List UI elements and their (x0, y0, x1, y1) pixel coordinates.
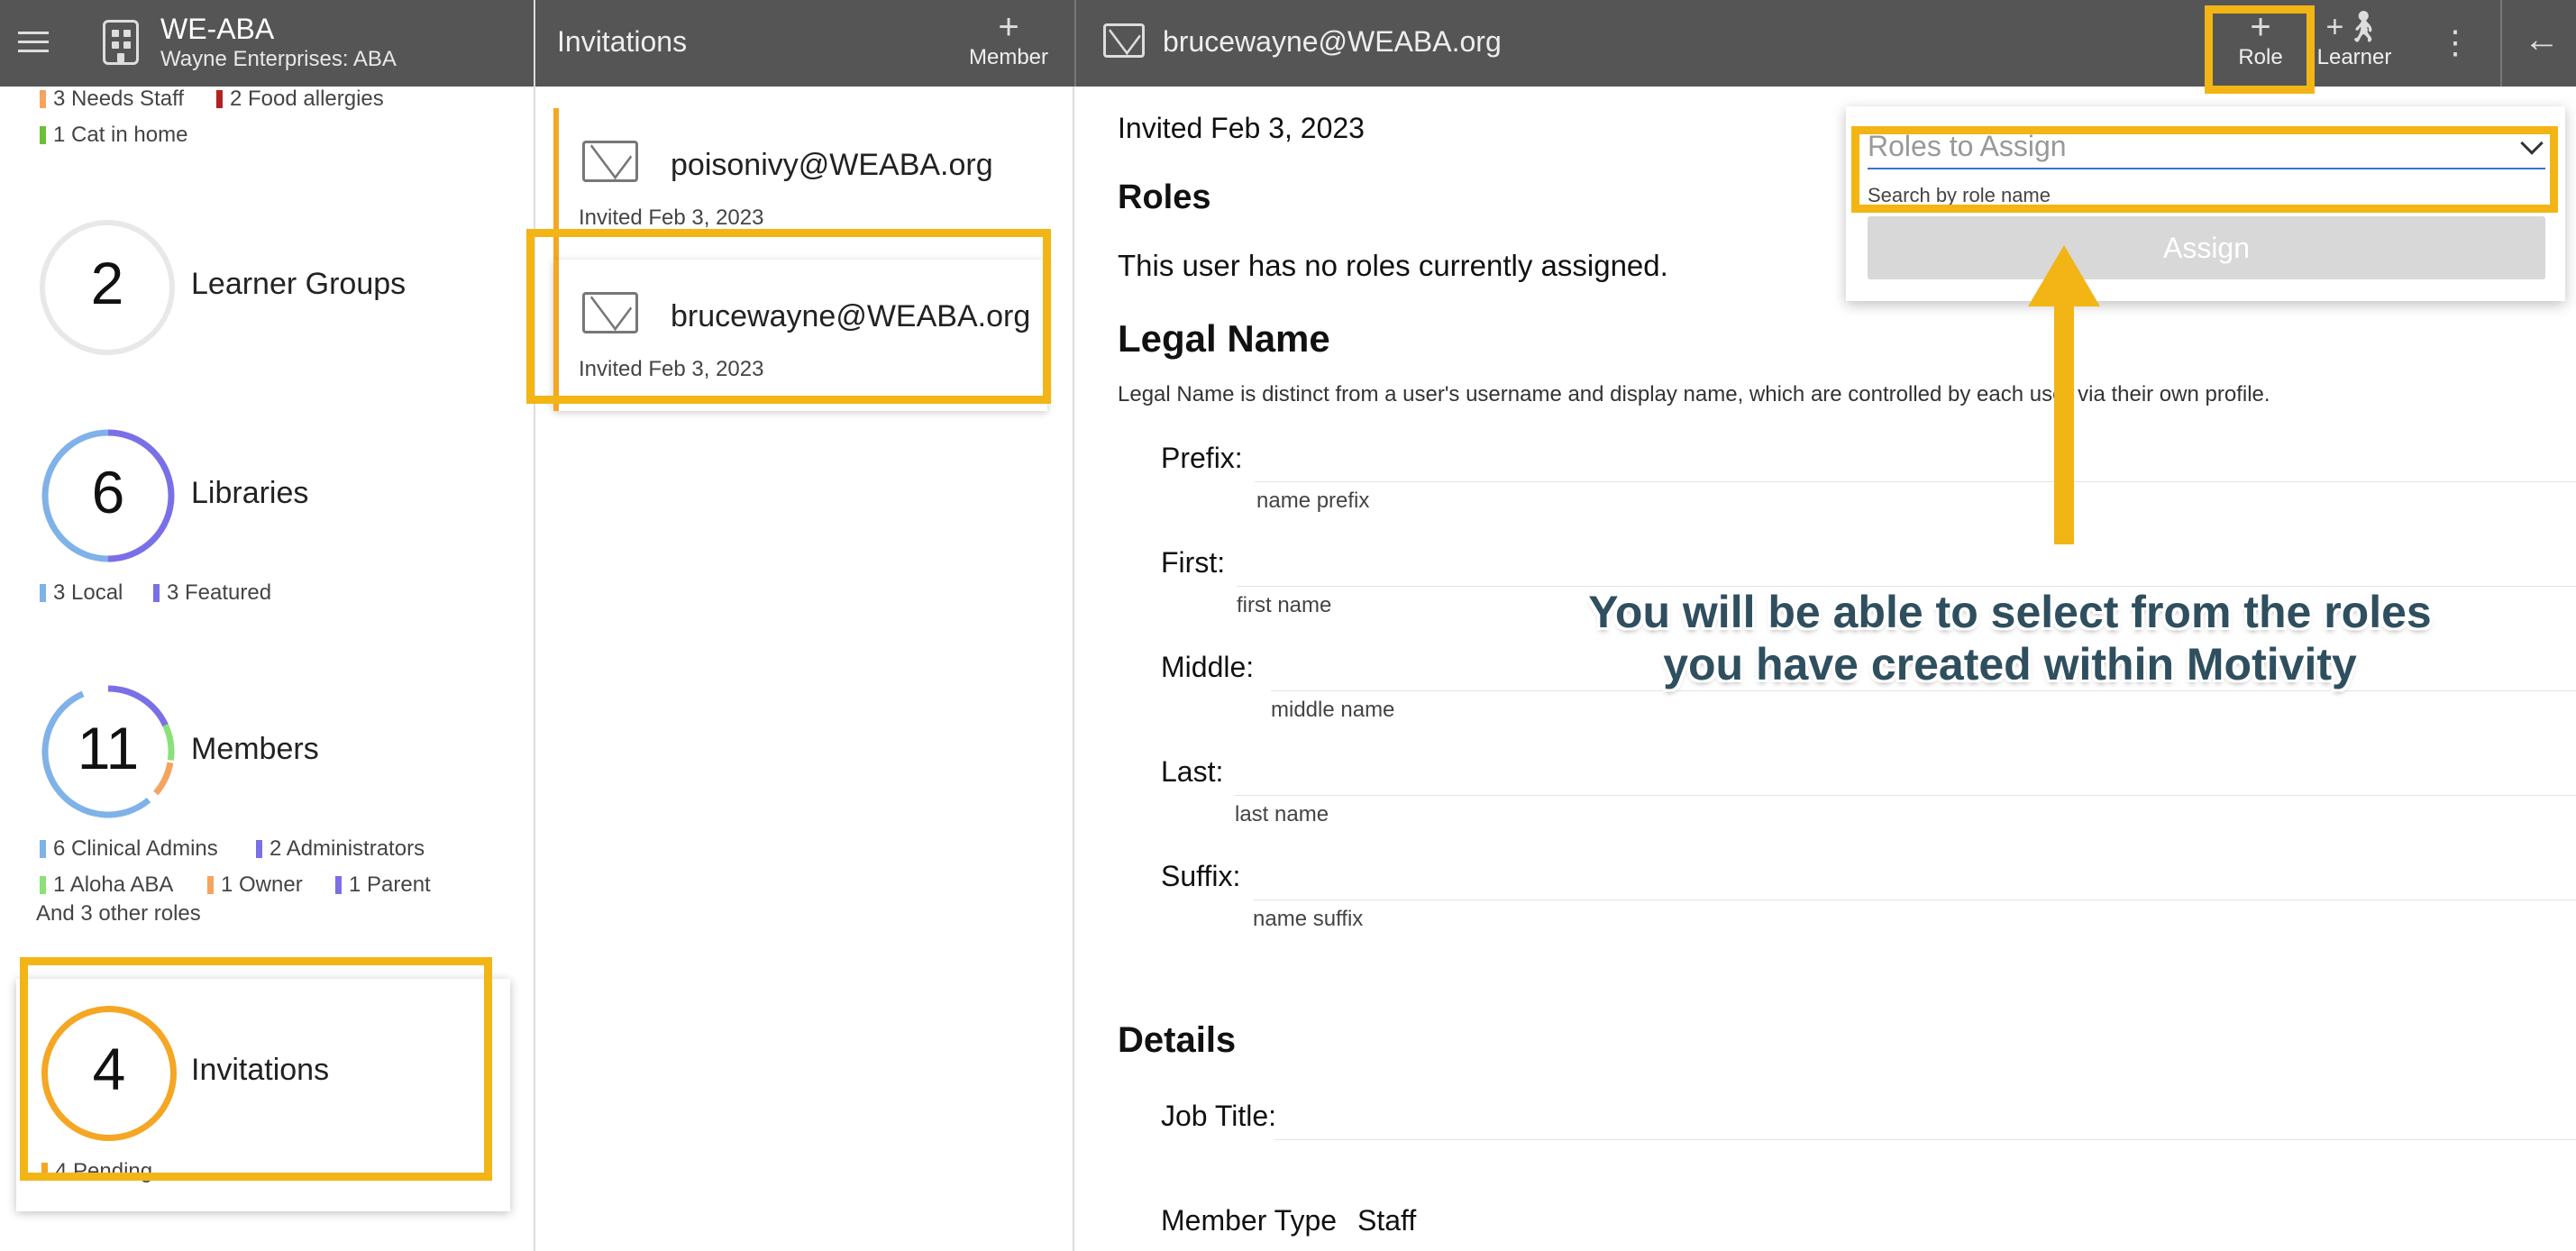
add-member-label: Member (968, 45, 1049, 69)
invitation-email: poisonivy@WEABA.org (671, 148, 993, 182)
roles-search-hint: Search by role name (1868, 184, 2051, 206)
add-role-label: Role (2238, 45, 2283, 69)
middle-name-input[interactable]: middle name (1271, 698, 1394, 723)
learner-groups-count: 2 (90, 250, 124, 316)
top-bar: WE-ABA Wayne Enterprises: ABA Invitation… (0, 0, 2576, 87)
invitations-list: poisonivy@WEABA.org Invited Feb 3, 2023 … (535, 87, 1074, 1251)
roles-select-placeholder: Roles to Assign (1868, 130, 2067, 162)
libraries-tag: 3 Featured (153, 580, 271, 606)
suffix-input[interactable]: name suffix (1253, 907, 1363, 932)
building-icon (103, 20, 139, 65)
first-name-input[interactable]: first name (1237, 593, 1331, 618)
invitation-date: Invited Feb 3, 2023 (579, 357, 764, 381)
add-learner-button[interactable]: +🚶︎ Learner (2304, 9, 2405, 78)
annotation-text: You will be able to select from the role… (1588, 587, 2432, 689)
middle-label: Middle: (1161, 651, 1255, 683)
roles-select[interactable]: Roles to Assign (1868, 124, 2545, 169)
plus-icon: + (2250, 7, 2271, 47)
members-tag: 1 Parent (335, 872, 431, 898)
sidebar-tag: 3 Needs Staff (40, 87, 184, 112)
org-name[interactable]: WE-ABA (160, 13, 274, 46)
org-subtitle: Wayne Enterprises: ABA (160, 47, 397, 71)
learner-groups-label: Learner Groups (191, 267, 406, 301)
members-count: 11 (77, 715, 140, 781)
invitations-label: Invitations (191, 1053, 330, 1087)
menu-icon[interactable] (18, 25, 49, 61)
plus-icon: + (998, 7, 1019, 47)
members-more: And 3 other roles (36, 901, 201, 926)
chevron-down-icon[interactable] (2520, 132, 2544, 155)
job-title-label: Job Title: (1161, 1100, 1277, 1132)
list-item-selected[interactable]: brucewayne@WEABA.org Invited Feb 3, 2023 (553, 260, 1047, 411)
assign-button[interactable]: Assign (1868, 216, 2545, 279)
sidebar-tag: 1 Cat in home (40, 123, 187, 148)
libraries-count: 6 (91, 459, 125, 525)
envelope-icon (582, 292, 638, 333)
member-type-label: Member Type (1161, 1204, 1338, 1237)
sidebar-tag: 2 Food allergies (216, 87, 384, 112)
suffix-label: Suffix: (1161, 860, 1241, 892)
members-tag: 2 Administrators (256, 836, 425, 862)
plus-person-icon: +🚶︎ (2325, 10, 2383, 44)
invited-date: Invited Feb 3, 2023 (1118, 112, 1365, 144)
members-tag: 1 Aloha ABA (40, 872, 173, 898)
first-label: First: (1161, 546, 1226, 579)
detail-email-title: brucewayne@WEABA.org (1163, 25, 1502, 58)
back-arrow-icon[interactable]: ← (2524, 20, 2560, 60)
more-options-icon[interactable]: ⋮ (2439, 23, 2471, 61)
members-label: Members (191, 732, 319, 766)
add-role-button[interactable]: + Role (2210, 9, 2311, 78)
members-tag: 1 Owner (207, 872, 303, 898)
prefix-label: Prefix: (1161, 442, 1243, 474)
details-heading: Details (1118, 1020, 1237, 1060)
invitation-date: Invited Feb 3, 2023 (579, 205, 764, 230)
libraries-tag: 3 Local (40, 580, 123, 606)
legal-name-heading: Legal Name (1118, 317, 1330, 360)
annotation-arrow (2028, 245, 2100, 544)
last-name-input[interactable]: last name (1235, 802, 1329, 827)
envelope-icon (582, 141, 638, 182)
invitations-summary-card[interactable]: 4 Invitations 4 Pending (16, 979, 510, 1211)
list-item[interactable]: poisonivy@WEABA.org Invited Feb 3, 2023 (553, 108, 1047, 260)
roles-heading: Roles (1118, 178, 1211, 216)
invitations-tag: 4 Pending (41, 1159, 152, 1184)
prefix-input[interactable]: name prefix (1256, 489, 1369, 514)
envelope-icon (1103, 23, 1145, 58)
libraries-label: Libraries (191, 476, 309, 510)
assign-role-popup: Roles to Assign Search by role name Assi… (1846, 106, 2565, 301)
add-learner-label: Learner (2316, 45, 2392, 69)
invitations-title: Invitations (557, 25, 688, 58)
last-label: Last: (1161, 755, 1224, 788)
invitations-count: 4 (92, 1036, 126, 1102)
members-tag: 6 Clinical Admins (40, 836, 218, 862)
invitation-email: brucewayne@WEABA.org (671, 299, 1031, 333)
add-member-button[interactable]: + Member (959, 9, 1058, 78)
roles-text: This user has no roles currently assigne… (1118, 249, 1668, 282)
member-type-value[interactable]: Staff (1357, 1204, 1416, 1237)
